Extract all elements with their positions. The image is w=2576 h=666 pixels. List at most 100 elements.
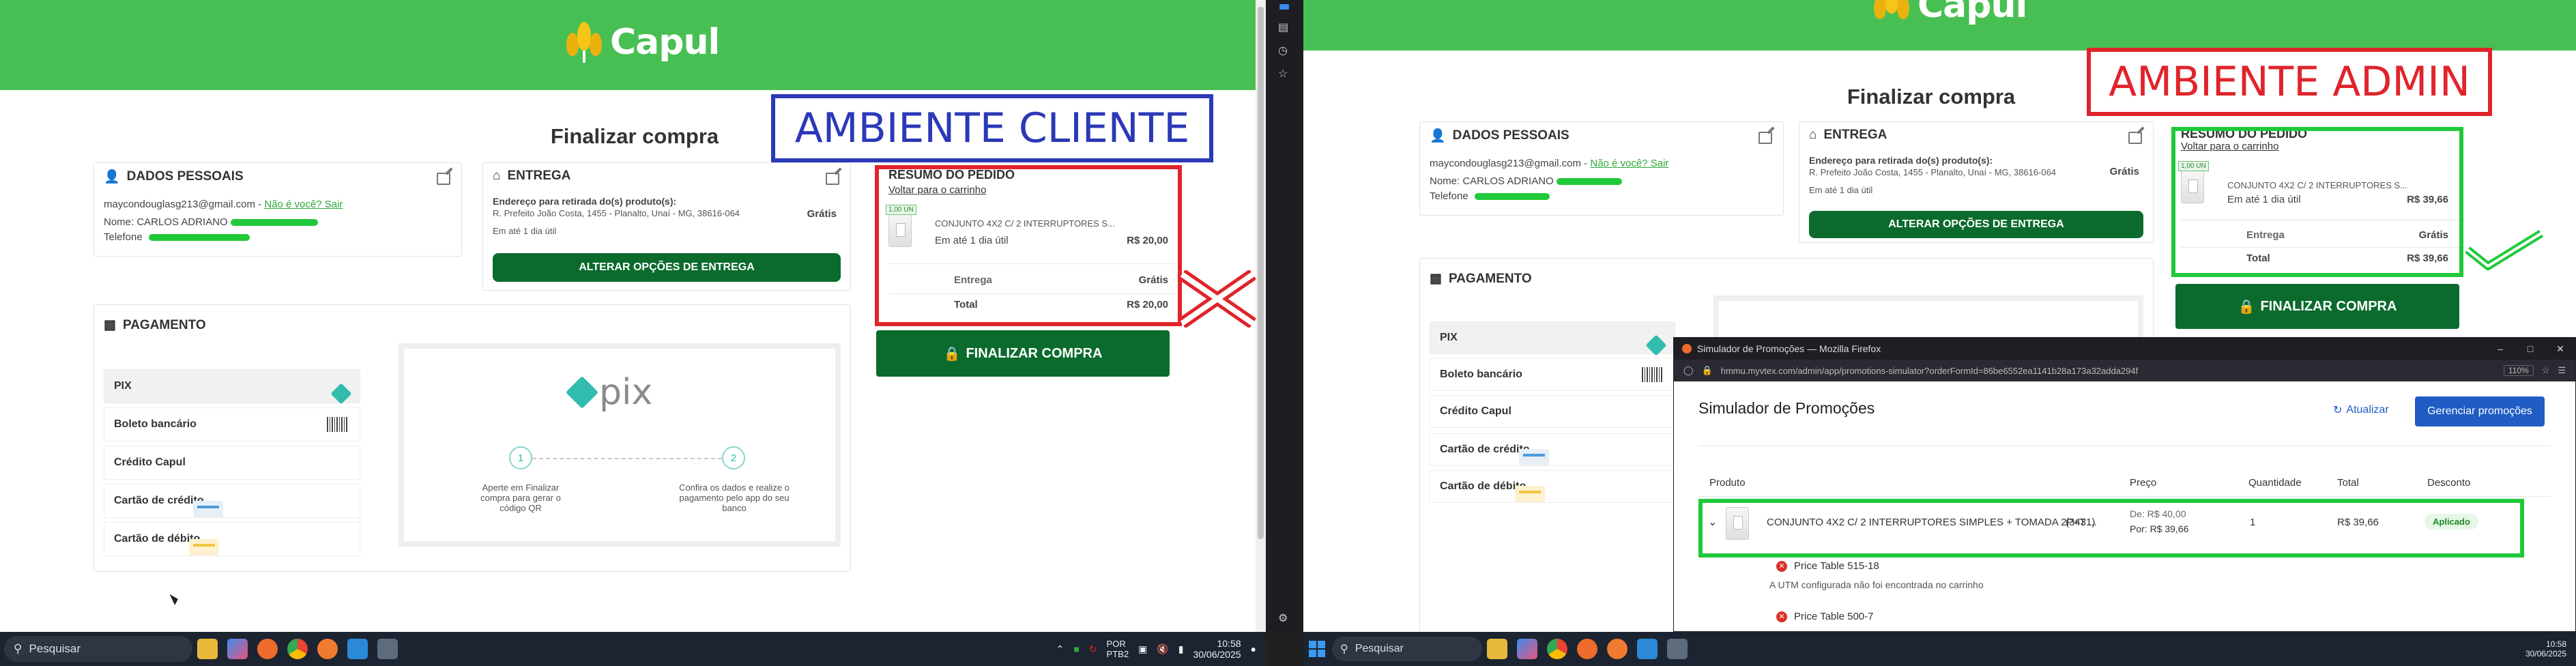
ambiente-cliente-label: AMBIENTE CLIENTE xyxy=(771,94,1213,162)
payment-method-credito-capul[interactable]: Crédito Capul xyxy=(1430,395,1675,428)
debit-card-icon xyxy=(1515,486,1546,502)
mouse-cursor xyxy=(169,592,180,605)
edit-icon[interactable] xyxy=(437,173,450,185)
clock[interactable]: 10:58 30/06/2025 xyxy=(1193,638,1241,660)
notification-icon[interactable]: ● xyxy=(1251,643,1256,654)
edit-icon[interactable] xyxy=(826,173,839,185)
language-indicator[interactable]: POR PTB2 xyxy=(1107,639,1129,659)
security-icon[interactable]: ■ xyxy=(1073,643,1079,654)
chrome-icon[interactable] xyxy=(1547,639,1567,659)
payment-method-credit-card[interactable]: Cartão de crédito xyxy=(104,484,360,518)
pix-logo: pix xyxy=(565,372,652,413)
payment-method-boleto[interactable]: Boleto bancário xyxy=(104,407,360,441)
sidebar-icon[interactable] xyxy=(1279,4,1289,10)
ambiente-admin-label: AMBIENTE ADMIN xyxy=(2087,48,2492,116)
edit-icon[interactable] xyxy=(1759,132,1772,144)
credit-card-icon xyxy=(192,501,223,517)
col-desconto: Desconto xyxy=(2427,477,2471,489)
col-quantidade: Quantidade xyxy=(2248,477,2302,489)
chrome-icon[interactable] xyxy=(287,639,308,659)
personal-data-card: 👤 DADOS PESSOAIS maycondouglasg213@gmail… xyxy=(1419,121,1784,216)
not-you-link[interactable]: Não é você? Sair xyxy=(1590,158,1668,169)
menu-icon[interactable]: ☰ xyxy=(2558,365,2566,376)
redaction-mark xyxy=(1557,178,1622,185)
firefox-icon[interactable] xyxy=(257,639,278,659)
firefox-dev-icon[interactable] xyxy=(1607,639,1627,659)
taskbar-search[interactable]: ⚲ Pesquisar xyxy=(4,636,192,662)
clock[interactable]: 10:58 30/06/2025 xyxy=(2526,639,2566,658)
credit-card-icon: ▩ xyxy=(1430,272,1442,286)
edit-icon[interactable] xyxy=(2128,132,2142,144)
brand-name: Capul xyxy=(610,22,720,63)
pickup-address: R. Prefeito João Costa, 1455 - Planalto,… xyxy=(1809,167,2057,177)
close-icon[interactable]: ✕ xyxy=(2545,343,2575,355)
scrollbar[interactable] xyxy=(1256,0,1266,632)
vscode-icon[interactable] xyxy=(347,639,368,659)
payment-method-credito-capul[interactable]: Crédito Capul xyxy=(104,446,360,480)
payment-method-pix[interactable]: PIX xyxy=(104,369,360,405)
firefox-icon[interactable] xyxy=(1577,639,1597,659)
monitor-icon[interactable]: ▣ xyxy=(1138,643,1147,655)
calculator-icon[interactable] xyxy=(1667,639,1688,659)
lock-icon: 🔒 xyxy=(2238,299,2255,315)
file-explorer-icon[interactable] xyxy=(1487,639,1507,659)
bookmark-icon[interactable]: ▤ xyxy=(1278,20,1288,34)
delivery-card: ⌂ ENTREGA Endereço para retirada do(s) p… xyxy=(1799,121,2154,243)
taskbar-search[interactable]: ⚲ Pesquisar xyxy=(1332,637,1482,661)
personal-data-card: 👤 DADOS PESSOAIS maycondouglasg213@gmail… xyxy=(93,162,462,257)
pix-instructions-panel: pix 1 2 Aperte em Finalizar compra para … xyxy=(399,343,841,547)
page-title: Finalizar compra xyxy=(550,124,719,148)
firefox-dev-icon[interactable] xyxy=(317,639,338,659)
zoom-indicator[interactable]: 110% xyxy=(2503,365,2534,376)
gear-icon[interactable]: ⚙ xyxy=(1278,611,1288,625)
summary-highlight-box xyxy=(875,165,1182,326)
payment-method-credit-card[interactable]: Cartão de crédito xyxy=(1430,433,1675,466)
change-delivery-button[interactable]: ALTERAR OPÇÕES DE ENTREGA xyxy=(1809,211,2143,238)
capul-leaf-icon xyxy=(1874,0,1909,26)
step-1-text: Aperte em Finalizar compra para gerar o … xyxy=(480,482,561,513)
change-delivery-button[interactable]: ALTERAR OPÇÕES DE ENTREGA xyxy=(493,253,841,282)
qty-badge: 1,00 UN xyxy=(2178,161,2209,171)
shield-icon[interactable]: ◯ xyxy=(1683,365,1694,376)
capul-logo[interactable]: Capul xyxy=(566,22,720,63)
not-you-link[interactable]: Não é você? Sair xyxy=(264,199,343,210)
payment-method-debit-card[interactable]: Cartão de débito xyxy=(1430,470,1675,503)
finalize-purchase-button[interactable]: 🔒 FINALIZAR COMPRA xyxy=(876,330,1170,377)
calculator-icon[interactable] xyxy=(377,639,398,659)
start-icon[interactable] xyxy=(1309,641,1325,657)
payment-method-boleto[interactable]: Boleto bancário xyxy=(1430,358,1675,391)
capul-logo[interactable]: Capul xyxy=(1874,0,2027,26)
refresh-button[interactable]: ↻ Atualizar xyxy=(2333,403,2389,417)
delivery-eta: Em até 1 dia útil xyxy=(1809,185,1873,195)
volume-icon[interactable]: 🔇 xyxy=(1157,643,1168,655)
payment-method-pix[interactable]: PIX xyxy=(1430,321,1675,356)
file-explorer-icon[interactable] xyxy=(197,639,218,659)
name-text: Nome: CARLOS ADRIANO xyxy=(1430,175,1554,187)
finalize-purchase-button[interactable]: 🔒 FINALIZAR COMPRA xyxy=(2175,284,2459,329)
copilot-icon[interactable] xyxy=(1517,639,1537,659)
left-screen: Capul Finalizar compra 👤 DADOS PESSOAIS … xyxy=(0,0,1266,666)
minimize-icon[interactable]: – xyxy=(2485,343,2515,354)
error-icon: ✕ xyxy=(1776,611,1787,622)
battery-icon[interactable]: ▮ xyxy=(1178,643,1184,655)
star-icon[interactable]: ☆ xyxy=(2542,365,2550,376)
lock-icon: 🔒 xyxy=(1701,365,1713,375)
pix-icon xyxy=(1645,334,1667,356)
chevron-up-icon[interactable]: ⌃ xyxy=(1056,643,1065,655)
maximize-icon[interactable]: □ xyxy=(2515,343,2545,354)
rule-note: A UTM configurada não foi encontrada no … xyxy=(1769,579,1984,590)
pix-icon xyxy=(330,383,352,405)
history-icon[interactable]: ◷ xyxy=(1278,44,1288,57)
payment-method-debit-card[interactable]: Cartão de débito xyxy=(104,522,360,556)
star-icon[interactable]: ☆ xyxy=(1278,67,1288,81)
search-icon: ⚲ xyxy=(14,642,23,655)
phone-text: Telefone xyxy=(1430,190,1468,202)
checkmark-icon xyxy=(2465,229,2544,270)
manage-promotions-button[interactable]: Gerenciar promoções xyxy=(2415,396,2545,426)
url-field[interactable]: hmmu.myvtex.com/admin/app/promotions-sim… xyxy=(1721,366,2495,376)
vscode-icon[interactable] xyxy=(1637,639,1658,659)
pix-icon xyxy=(565,375,599,409)
qty-badge: 1,00 UN xyxy=(886,205,916,215)
copilot-icon[interactable] xyxy=(227,639,248,659)
sync-icon[interactable]: ↻ xyxy=(1089,643,1097,655)
